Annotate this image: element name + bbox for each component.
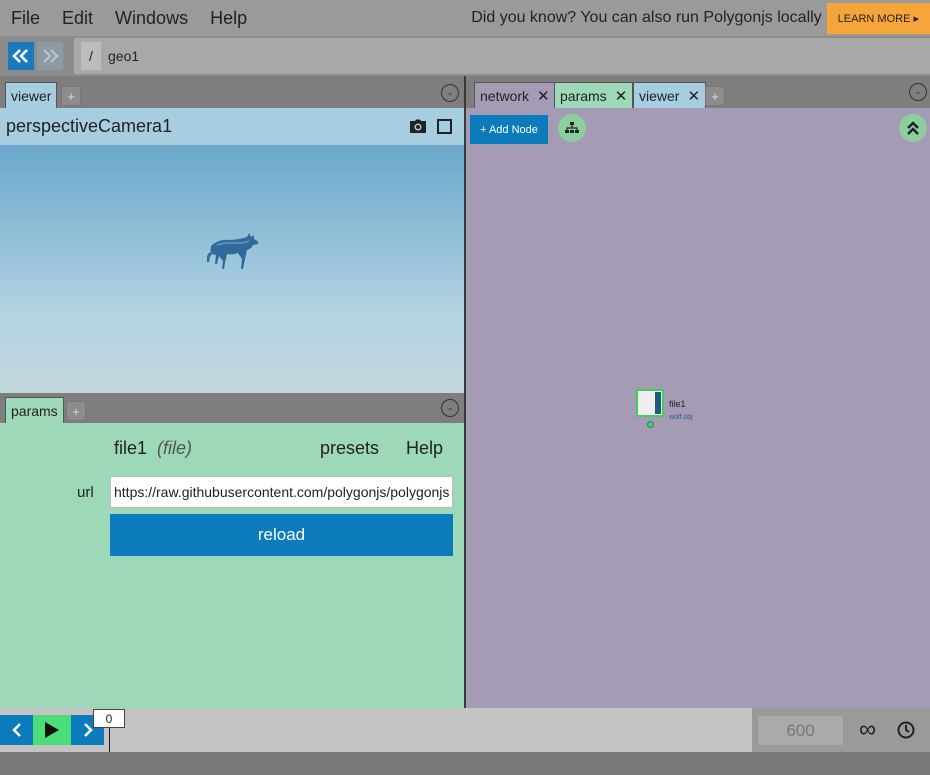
navbar: / geo1 [0, 36, 930, 76]
tab-label: viewer [639, 87, 680, 104]
back-button[interactable] [8, 42, 34, 70]
tab-label: network [480, 87, 530, 104]
tab-params[interactable]: params [5, 397, 64, 423]
status-bar [0, 752, 930, 775]
clock-icon[interactable] [897, 721, 915, 739]
viewer-tabbar: viewer + - [0, 76, 464, 108]
sitemap-icon [565, 122, 579, 133]
tab-network[interactable]: network ✕ [474, 82, 556, 108]
reload-button[interactable]: reload [110, 514, 453, 556]
tab-viewer[interactable]: viewer ✕ [633, 82, 707, 108]
menu-file[interactable]: File [0, 0, 51, 36]
fullscreen-icon[interactable] [437, 119, 452, 134]
close-icon[interactable]: ✕ [687, 87, 700, 105]
menu-help[interactable]: Help [199, 0, 258, 36]
param-node-type: (file) [157, 438, 192, 458]
params-add-tab-button[interactable]: + [66, 401, 86, 421]
go-up-button[interactable] [899, 114, 927, 142]
double-chevron-left-icon [12, 49, 28, 63]
network-panel: network ✕ params ✕ viewer ✕ + - + Add No… [466, 76, 930, 708]
network-add-tab-button[interactable]: + [705, 86, 725, 106]
app: File Edit Windows Help Did you know? You… [0, 0, 930, 775]
tab-viewer[interactable]: viewer [5, 82, 58, 108]
node-name-label: file1 [669, 399, 686, 409]
timeline: 0 600 ∞ [0, 708, 930, 752]
close-icon[interactable]: ✕ [537, 87, 550, 105]
chevron-left-icon [11, 723, 21, 737]
params-body: file1 (file) presets Help url reload [0, 423, 464, 708]
layout-button[interactable] [558, 114, 586, 142]
viewer-header: perspectiveCamera1 [0, 108, 464, 145]
url-input[interactable] [110, 476, 453, 508]
node-file1[interactable] [636, 389, 664, 417]
close-icon[interactable]: ✕ [615, 87, 628, 105]
current-frame: 0 [93, 709, 125, 728]
play-button[interactable] [33, 715, 71, 745]
play-icon [45, 722, 59, 738]
menu-windows[interactable]: Windows [104, 0, 199, 36]
params-panel: params + - file1 (file) presets Help url… [0, 393, 464, 708]
url-label: url [77, 484, 94, 501]
timeline-controls: 600 ∞ [752, 708, 930, 752]
viewer-add-tab-button[interactable]: + [61, 86, 81, 106]
forward-button[interactable] [37, 42, 63, 70]
learn-more-button[interactable]: LEARN MORE ▸ [826, 2, 930, 34]
tab-params[interactable]: params ✕ [554, 82, 634, 108]
path-root[interactable]: / [81, 42, 101, 70]
menubar: File Edit Windows Help Did you know? You… [0, 0, 930, 36]
menu-edit[interactable]: Edit [51, 0, 104, 36]
network-tabbar: network ✕ params ✕ viewer ✕ + - [466, 76, 930, 108]
chevron-right-icon [83, 723, 93, 737]
network-canvas[interactable]: + Add Node file1 wolf.obj [466, 108, 930, 708]
node-output-connector[interactable] [647, 421, 654, 428]
viewport-3d[interactable] [0, 145, 464, 393]
network-collapse-button[interactable]: - [909, 83, 927, 101]
node-file-label: wolf.obj [669, 414, 693, 421]
param-node-name: file1 [114, 438, 148, 458]
params-collapse-button[interactable]: - [441, 399, 459, 417]
double-chevron-up-icon [907, 121, 919, 135]
help-link[interactable]: Help [406, 438, 443, 459]
presets-link[interactable]: presets [320, 438, 379, 459]
end-frame-input[interactable]: 600 [757, 715, 844, 746]
tab-label: params [560, 87, 607, 104]
camera-icon[interactable] [409, 119, 427, 134]
camera-name: perspectiveCamera1 [6, 116, 173, 136]
add-node-button[interactable]: + Add Node [470, 115, 548, 144]
path-node-geo1[interactable]: geo1 [108, 48, 139, 64]
tab-label: viewer [11, 87, 52, 104]
path-breadcrumb: / geo1 [74, 38, 930, 74]
params-tabbar: params + - [0, 393, 464, 423]
viewer-panel: viewer + - perspectiveCamera1 [0, 76, 464, 393]
tab-label: params [11, 402, 58, 419]
tip-text: Did you know? You can also run Polygonjs… [471, 9, 822, 26]
wolf-model [207, 233, 259, 269]
loop-toggle[interactable]: ∞ [859, 717, 876, 743]
timeline-playhead[interactable] [109, 726, 110, 752]
viewer-collapse-button[interactable]: - [441, 84, 459, 102]
double-chevron-right-icon [43, 49, 59, 63]
prev-frame-button[interactable] [0, 715, 33, 745]
